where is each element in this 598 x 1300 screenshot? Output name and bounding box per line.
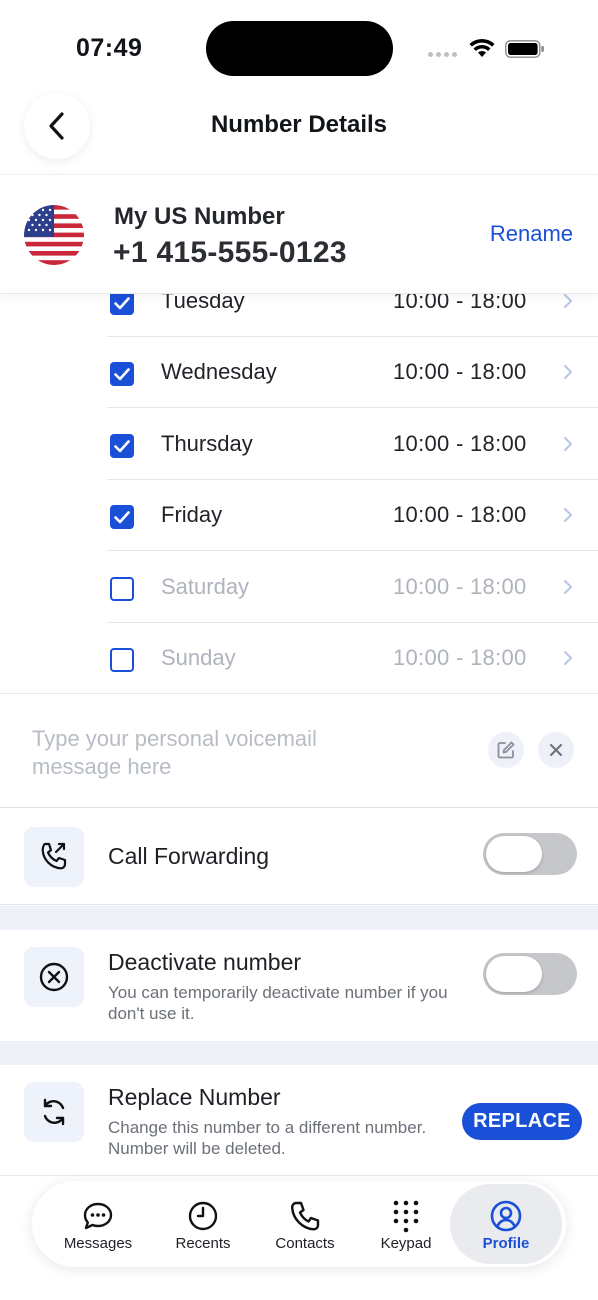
day-hours: 10:00 - 18:00: [393, 502, 527, 528]
chevron-right-icon: [564, 294, 572, 308]
close-icon: [549, 743, 563, 757]
tab-recents[interactable]: Recents: [159, 1181, 247, 1267]
cellular-signal-icon: [428, 52, 457, 57]
us-flag-icon: [24, 205, 84, 265]
tab-label: Keypad: [380, 1235, 432, 1252]
rename-button[interactable]: Rename: [490, 221, 573, 247]
day-checkbox[interactable]: [110, 648, 134, 672]
chevron-right-icon: [564, 579, 572, 594]
tab-bar-area: Messages Recents Contacts Keypad Profile: [0, 1175, 598, 1300]
day-checkbox[interactable]: [110, 362, 134, 387]
voicemail-message-field[interactable]: Type your personal voicemail message her…: [0, 694, 598, 808]
day-row-thursday[interactable]: Thursday 10:00 - 18:00: [107, 409, 598, 480]
tab-keypad[interactable]: Keypad: [366, 1181, 446, 1267]
refresh-icon: [43, 1098, 65, 1126]
day-name: Wednesday: [161, 359, 277, 385]
day-hours: 10:00 - 18:00: [393, 645, 527, 670]
day-hours: 10:00 - 18:00: [393, 573, 527, 599]
phone-forward-icon: [41, 842, 67, 870]
day-hours: 10:00 - 18:00: [393, 430, 527, 456]
chevron-right-icon: [564, 508, 572, 523]
replace-subtitle: Change this number to a different number…: [108, 1118, 427, 1158]
header: Number Details: [0, 90, 598, 174]
phone-number: +1 415-555-0123: [113, 236, 347, 269]
battery-icon: [505, 40, 544, 58]
tab-contacts[interactable]: Contacts: [260, 1181, 350, 1267]
status-time: 07:49: [76, 34, 143, 62]
day-name: Saturday: [161, 573, 250, 599]
deactivate-number-row: Deactivate number You can temporarily de…: [0, 930, 598, 1040]
business-hours-schedule: Tuesday 10:00 - 18:00 Wednesday 10:00 - 18:…: [0, 266, 598, 694]
deactivate-toggle[interactable]: [483, 953, 577, 995]
day-checkbox[interactable]: [110, 505, 134, 530]
call-forwarding-title: Call Forwarding: [108, 843, 270, 869]
tab-messages[interactable]: Messages: [52, 1181, 144, 1267]
replace-button[interactable]: REPLACE: [462, 1103, 582, 1140]
deactivate-tile: [24, 947, 84, 1007]
cancel-circle-icon: [39, 962, 69, 992]
replace-tile: [24, 1082, 84, 1142]
checkmark-icon: [114, 439, 130, 453]
edit-icon: [497, 741, 515, 759]
checkmark-icon: [114, 297, 130, 310]
day-hours: 10:00 - 18:00: [393, 359, 527, 385]
day-row-wednesday[interactable]: Wednesday 10:00 - 18:00: [107, 337, 598, 409]
section-divider: [0, 906, 598, 930]
clock-icon: [188, 1201, 218, 1231]
tab-label: Messages: [63, 1235, 133, 1252]
keypad-icon: [393, 1200, 419, 1233]
call-forwarding-tile: [24, 827, 84, 887]
dynamic-island: [206, 21, 393, 76]
chat-bubble-icon: [83, 1202, 113, 1230]
deactivate-title: Deactivate number: [108, 949, 302, 975]
number-name: My US Number: [114, 203, 285, 230]
status-bar: 07:49: [0, 0, 598, 90]
call-forwarding-row: Call Forwarding: [0, 809, 598, 905]
tab-bar: Messages Recents Contacts Keypad Profile: [32, 1181, 566, 1267]
call-forwarding-toggle[interactable]: [483, 833, 577, 875]
tab-label: Profile: [482, 1235, 530, 1252]
edit-voicemail-button[interactable]: [488, 732, 524, 768]
section-divider: [0, 1041, 598, 1065]
replace-number-row: Replace Number Change this number to a d…: [0, 1065, 598, 1175]
day-name: Sunday: [161, 645, 236, 670]
tab-label: Contacts: [275, 1235, 335, 1252]
tab-profile[interactable]: Profile: [450, 1181, 562, 1267]
day-row-sunday[interactable]: Sunday 10:00 - 18:00: [107, 623, 598, 693]
day-checkbox[interactable]: [110, 291, 134, 315]
day-row-saturday[interactable]: Saturday 10:00 - 18:00: [107, 552, 598, 623]
day-name: Thursday: [161, 430, 253, 456]
day-row-friday[interactable]: Friday 10:00 - 18:00: [107, 480, 598, 552]
deactivate-subtitle: You can temporarily deactivate number if…: [108, 983, 448, 1023]
replace-title: Replace Number: [108, 1084, 281, 1110]
day-name: Friday: [161, 502, 223, 528]
day-checkbox[interactable]: [110, 433, 134, 458]
voicemail-placeholder: Type your personal voicemail message her…: [32, 726, 317, 779]
checkmark-icon: [114, 511, 130, 524]
profile-icon: [490, 1200, 522, 1232]
chevron-right-icon: [564, 651, 572, 665]
wifi-icon: [469, 38, 495, 57]
clear-voicemail-button[interactable]: [538, 732, 574, 768]
phone-icon: [290, 1201, 320, 1231]
tab-label: Recents: [175, 1235, 231, 1252]
checkmark-icon: [114, 368, 130, 381]
chevron-right-icon: [564, 436, 572, 451]
day-checkbox[interactable]: [110, 576, 134, 601]
chevron-right-icon: [564, 365, 572, 380]
number-card: My US Number +1 415-555-0123 Rename: [0, 174, 598, 294]
page-title: Number Details: [210, 111, 388, 138]
